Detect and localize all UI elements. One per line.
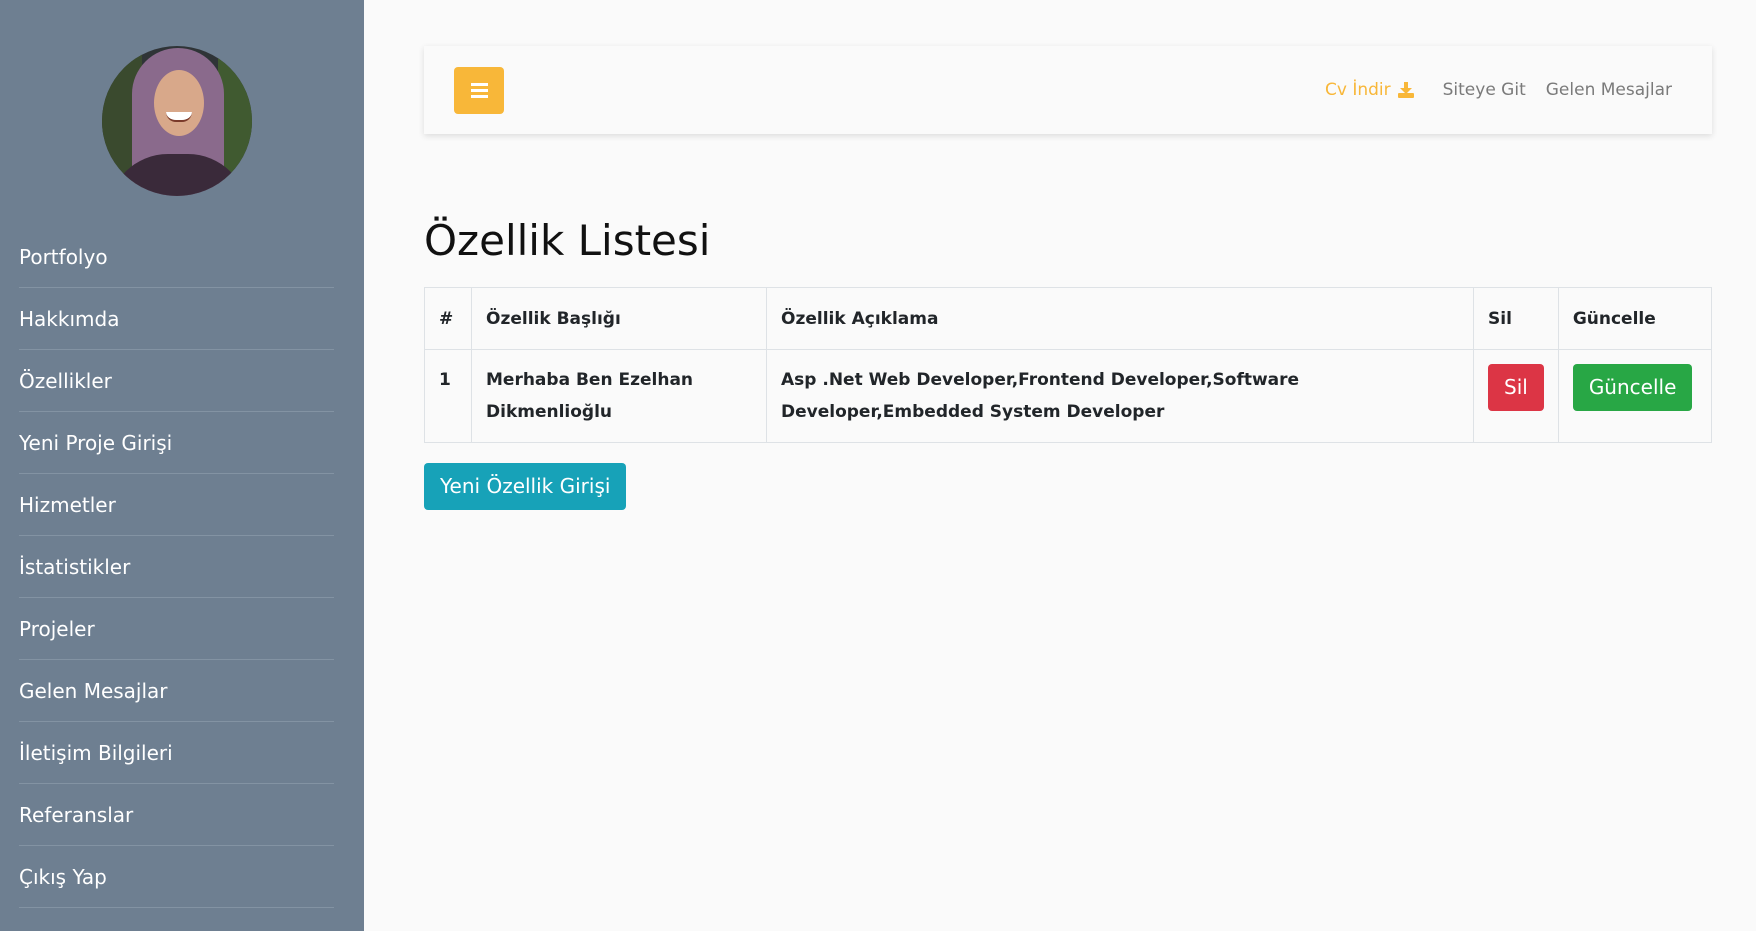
table-row: 1 Merhaba Ben Ezelhan Dikmenlioğlu Asp .…	[424, 349, 1713, 443]
delete-button[interactable]: Sil	[1488, 364, 1544, 411]
cell-title: Merhaba Ben Ezelhan Dikmenlioğlu	[471, 349, 767, 443]
cv-download-link[interactable]: Cv İndir	[1325, 80, 1415, 100]
download-icon	[1397, 82, 1415, 98]
col-header-delete: Sil	[1473, 287, 1559, 350]
profile-avatar	[102, 46, 252, 196]
sidebar-item-ozellikler[interactable]: Özellikler	[19, 350, 334, 412]
sidebar-item-gelen-mesajlar[interactable]: Gelen Mesajlar	[19, 660, 334, 722]
menu-toggle-button[interactable]	[454, 67, 504, 114]
sidebar: Portfolyo Hakkımda Özellikler Yeni Proje…	[0, 0, 364, 931]
cell-update: Güncelle	[1557, 349, 1713, 443]
col-header-description: Özellik Açıklama	[766, 287, 1474, 350]
messages-link[interactable]: Gelen Mesajlar	[1546, 80, 1672, 100]
sidebar-item-hizmetler[interactable]: Hizmetler	[19, 474, 334, 536]
top-links: Cv İndir Siteye Git Gelen Mesajlar	[1325, 46, 1672, 134]
sidebar-item-referanslar[interactable]: Referanslar	[19, 784, 334, 846]
top-navbar: Cv İndir Siteye Git Gelen Mesajlar	[424, 46, 1712, 134]
sidebar-item-yeni-proje[interactable]: Yeni Proje Girişi	[19, 412, 334, 474]
col-header-update: Güncelle	[1557, 287, 1713, 350]
bars-icon	[471, 83, 488, 98]
new-feature-button[interactable]: Yeni Özellik Girişi	[424, 463, 627, 510]
cell-id: 1	[424, 349, 472, 443]
update-button[interactable]: Güncelle	[1572, 364, 1693, 411]
sidebar-item-portfolyo[interactable]: Portfolyo	[19, 226, 334, 288]
site-link[interactable]: Siteye Git	[1443, 80, 1526, 100]
col-header-title: Özellik Başlığı	[471, 287, 767, 350]
col-header-id: #	[424, 287, 472, 350]
cell-delete: Sil	[1473, 349, 1559, 443]
sidebar-item-iletisim[interactable]: İletişim Bilgileri	[19, 722, 334, 784]
sidebar-nav: Portfolyo Hakkımda Özellikler Yeni Proje…	[19, 226, 334, 908]
sidebar-item-projeler[interactable]: Projeler	[19, 598, 334, 660]
cell-description: Asp .Net Web Developer,Frontend Develope…	[766, 349, 1474, 443]
table-header-row: # Özellik Başlığı Özellik Açıklama Sil G…	[424, 287, 1713, 350]
sidebar-item-hakkimda[interactable]: Hakkımda	[19, 288, 334, 350]
sidebar-item-cikis[interactable]: Çıkış Yap	[19, 846, 334, 908]
sidebar-item-istatistikler[interactable]: İstatistikler	[19, 536, 334, 598]
features-table: # Özellik Başlığı Özellik Açıklama Sil G…	[424, 287, 1713, 443]
page-title: Özellik Listesi	[424, 216, 711, 265]
cv-download-label: Cv İndir	[1324, 80, 1391, 100]
